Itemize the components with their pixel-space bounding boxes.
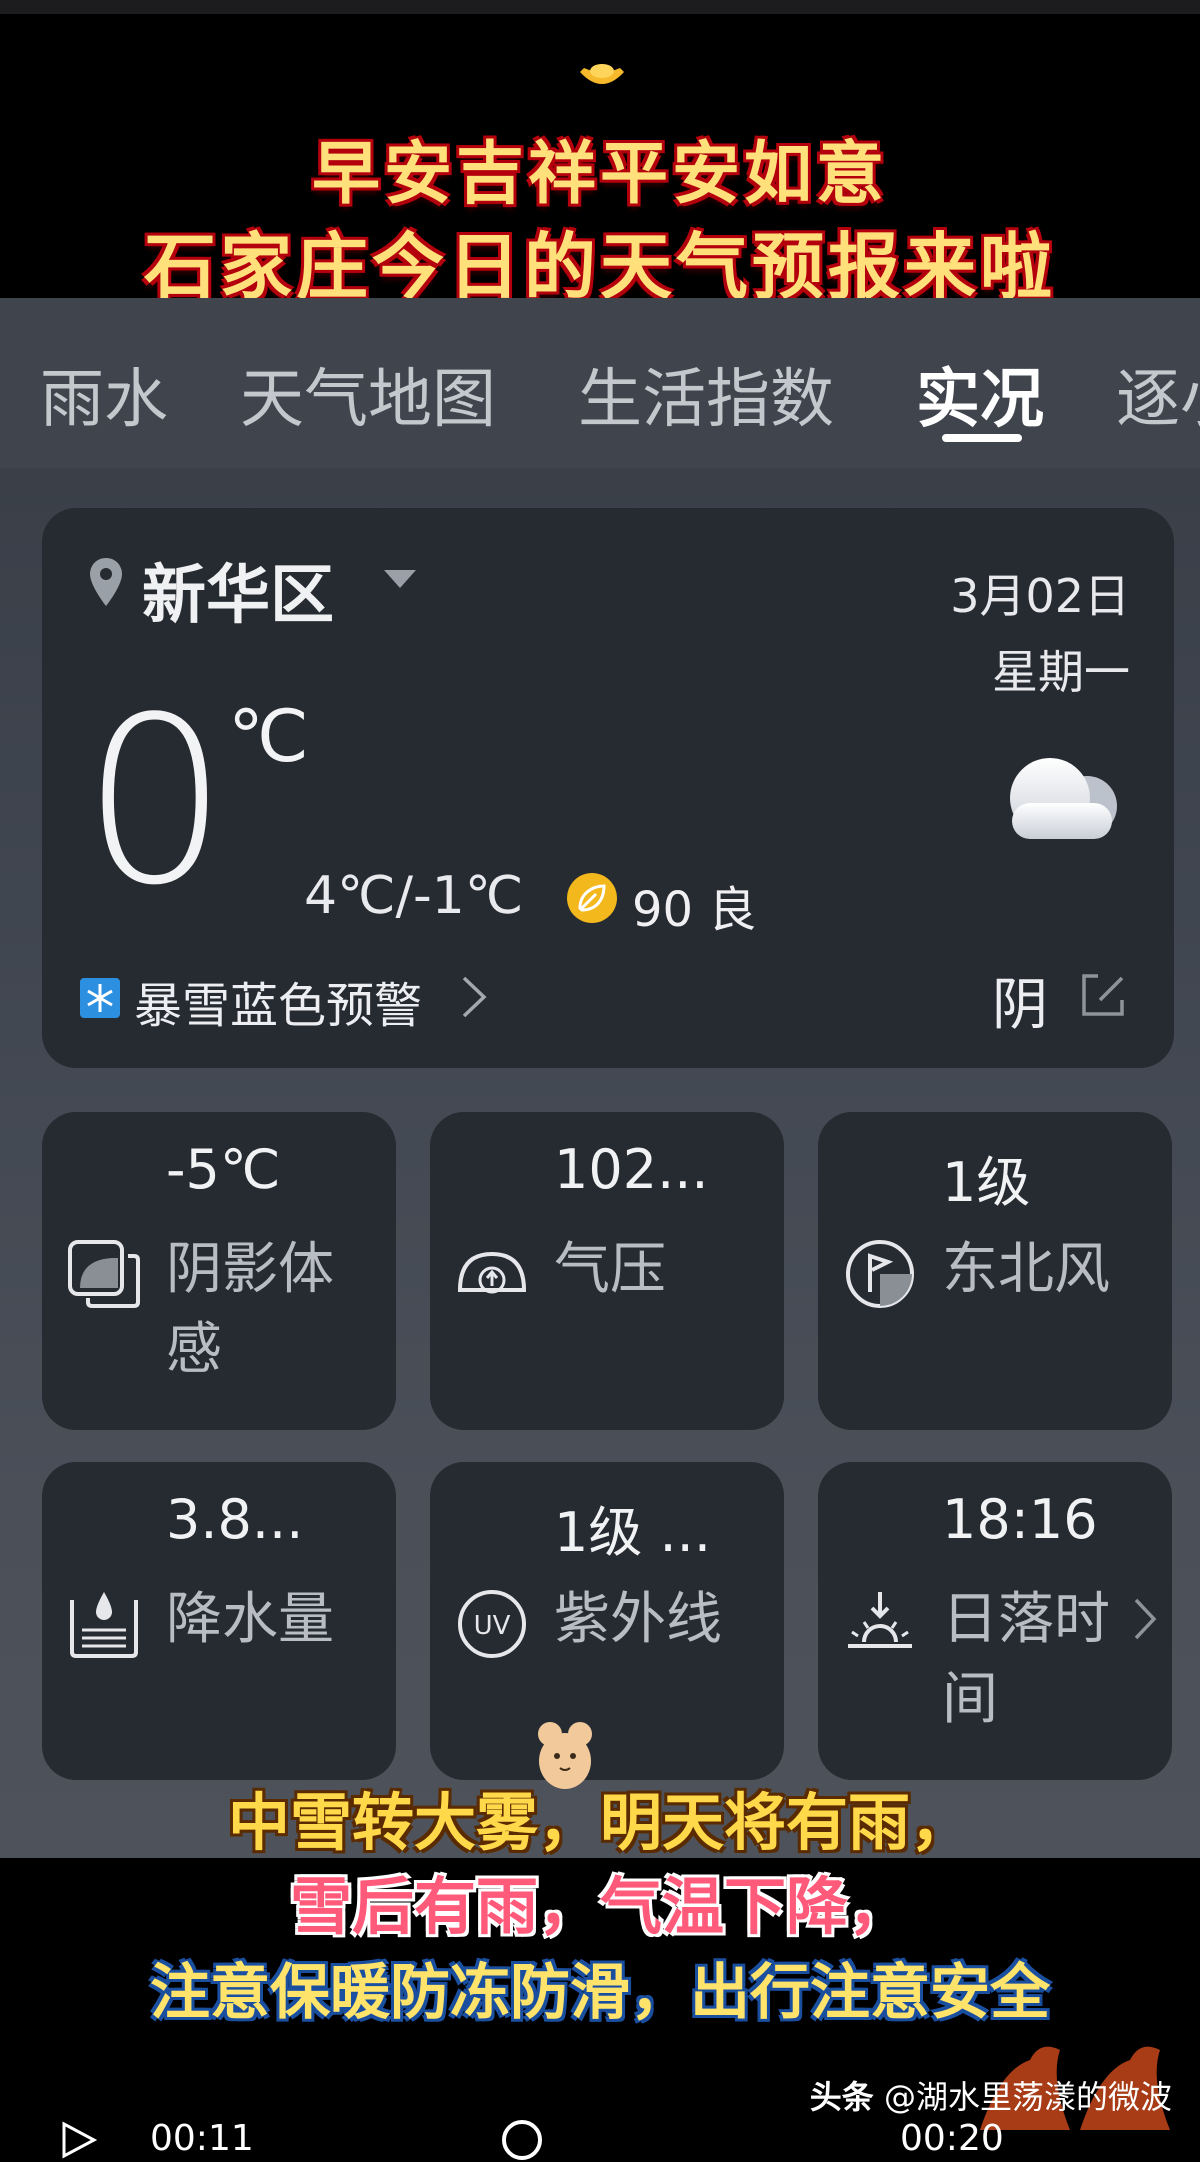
edit-icon[interactable] <box>1078 970 1128 1020</box>
wind-level-value: 1级 <box>942 1151 1031 1214</box>
uv-icon: UV <box>458 1590 526 1658</box>
current-weather-card[interactable]: 新华区 3月02日 星期一 0 ℃ 4℃/-1℃ 90 良 暴雪蓝色预警 阴 <box>42 508 1174 1068</box>
seek-knob[interactable] <box>500 2118 544 2162</box>
sunset-icon <box>848 1592 912 1648</box>
feels-like-icon <box>68 1240 140 1308</box>
tab-live[interactable]: 实况 <box>916 348 1044 440</box>
status-bar-strip <box>0 0 1200 14</box>
watermark: 头条 @湖水里荡漾的微波 <box>810 2072 1172 2118</box>
date-text: 3月02日 <box>950 569 1130 623</box>
tile-sunset[interactable]: 18:16 日落时间 <box>818 1462 1172 1780</box>
tile-pressure[interactable]: 102... 气压 <box>430 1112 784 1430</box>
location-name[interactable]: 新华区 <box>142 544 334 636</box>
weather-alert-link[interactable]: 暴雪蓝色预警 <box>134 966 422 1036</box>
cloud-icon <box>1010 758 1117 839</box>
current-temperature: 0 <box>82 669 229 936</box>
weather-condition: 阴 <box>992 973 1048 1038</box>
tab-bar: 雨水 天气地图 生活指数 实况 逐小 <box>0 298 1200 468</box>
precipitation-label: 降水量 <box>166 1587 334 1652</box>
watermark-brand: 头条 <box>809 2078 874 2116</box>
chevron-right-icon[interactable] <box>460 974 488 1020</box>
sunset-time-value: 18:16 <box>942 1488 1098 1551</box>
sunset-time-label: 日落时间 <box>942 1587 1110 1732</box>
wind-flag-icon <box>846 1240 914 1308</box>
tab-life-index[interactable]: 生活指数 <box>578 348 834 440</box>
subtitle-line-3: 注意保暖防冻防滑，出行注意安全 <box>150 1958 1050 2028</box>
tab-rain[interactable]: 雨水 <box>40 348 168 440</box>
player-current-time: 00:11 <box>150 2118 254 2159</box>
tile-wind[interactable]: 1级 东北风 <box>818 1112 1172 1430</box>
precipitation-icon <box>70 1592 138 1658</box>
pressure-value: 102... <box>554 1138 709 1201</box>
precipitation-value: 3.8... <box>166 1488 304 1551</box>
tile-feels-like[interactable]: -5℃ 阴影体感 <box>42 1112 396 1430</box>
svg-text:UV: UV <box>474 1611 511 1641</box>
weekday-text: 星期一 <box>992 645 1130 699</box>
subtitle-line-1: 中雪转大雾，明天将有雨， <box>227 1786 972 1859</box>
watermark-handle: @湖水里荡漾的微波 <box>883 2078 1172 2116</box>
temperature-range: 4℃/-1℃ <box>304 866 524 926</box>
subtitle-line-2: 雪后有雨，气温下降， <box>289 1870 910 1943</box>
tab-weather-map[interactable]: 天气地图 <box>240 348 496 440</box>
feels-like-value: -5℃ <box>166 1138 281 1201</box>
wind-direction-label: 东北风 <box>942 1237 1110 1302</box>
snow-alert-icon[interactable] <box>80 978 120 1018</box>
chevron-down-icon[interactable] <box>382 566 418 592</box>
banner-line-1: 早安吉祥平安如意 <box>311 135 888 214</box>
feels-like-label: 阴影体感 <box>166 1237 334 1382</box>
weather-app-screen: 雨水 天气地图 生活指数 实况 逐小 新华区 3月02日 星期一 0 ℃ 4℃/… <box>0 298 1200 1858</box>
pressure-gauge-icon <box>457 1251 527 1294</box>
uv-value: 1级 ... <box>554 1501 712 1564</box>
play-icon[interactable] <box>58 2120 98 2160</box>
player-total-time: 00:20 <box>900 2118 1004 2159</box>
chevron-right-icon[interactable] <box>1132 1596 1158 1642</box>
tile-precipitation[interactable]: 3.8... 降水量 <box>42 1462 396 1780</box>
temperature-unit: ℃ <box>228 694 309 778</box>
tab-hourly[interactable]: 逐小 <box>1116 348 1200 440</box>
aqi-value[interactable]: 90 良 <box>632 870 756 940</box>
gold-ingot-icon <box>580 64 624 84</box>
active-tab-indicator <box>942 434 1022 442</box>
uv-label: 紫外线 <box>554 1587 722 1652</box>
location-pin-icon <box>90 558 122 606</box>
pressure-label: 气压 <box>554 1237 666 1302</box>
leaf-aqi-icon[interactable] <box>566 872 618 924</box>
